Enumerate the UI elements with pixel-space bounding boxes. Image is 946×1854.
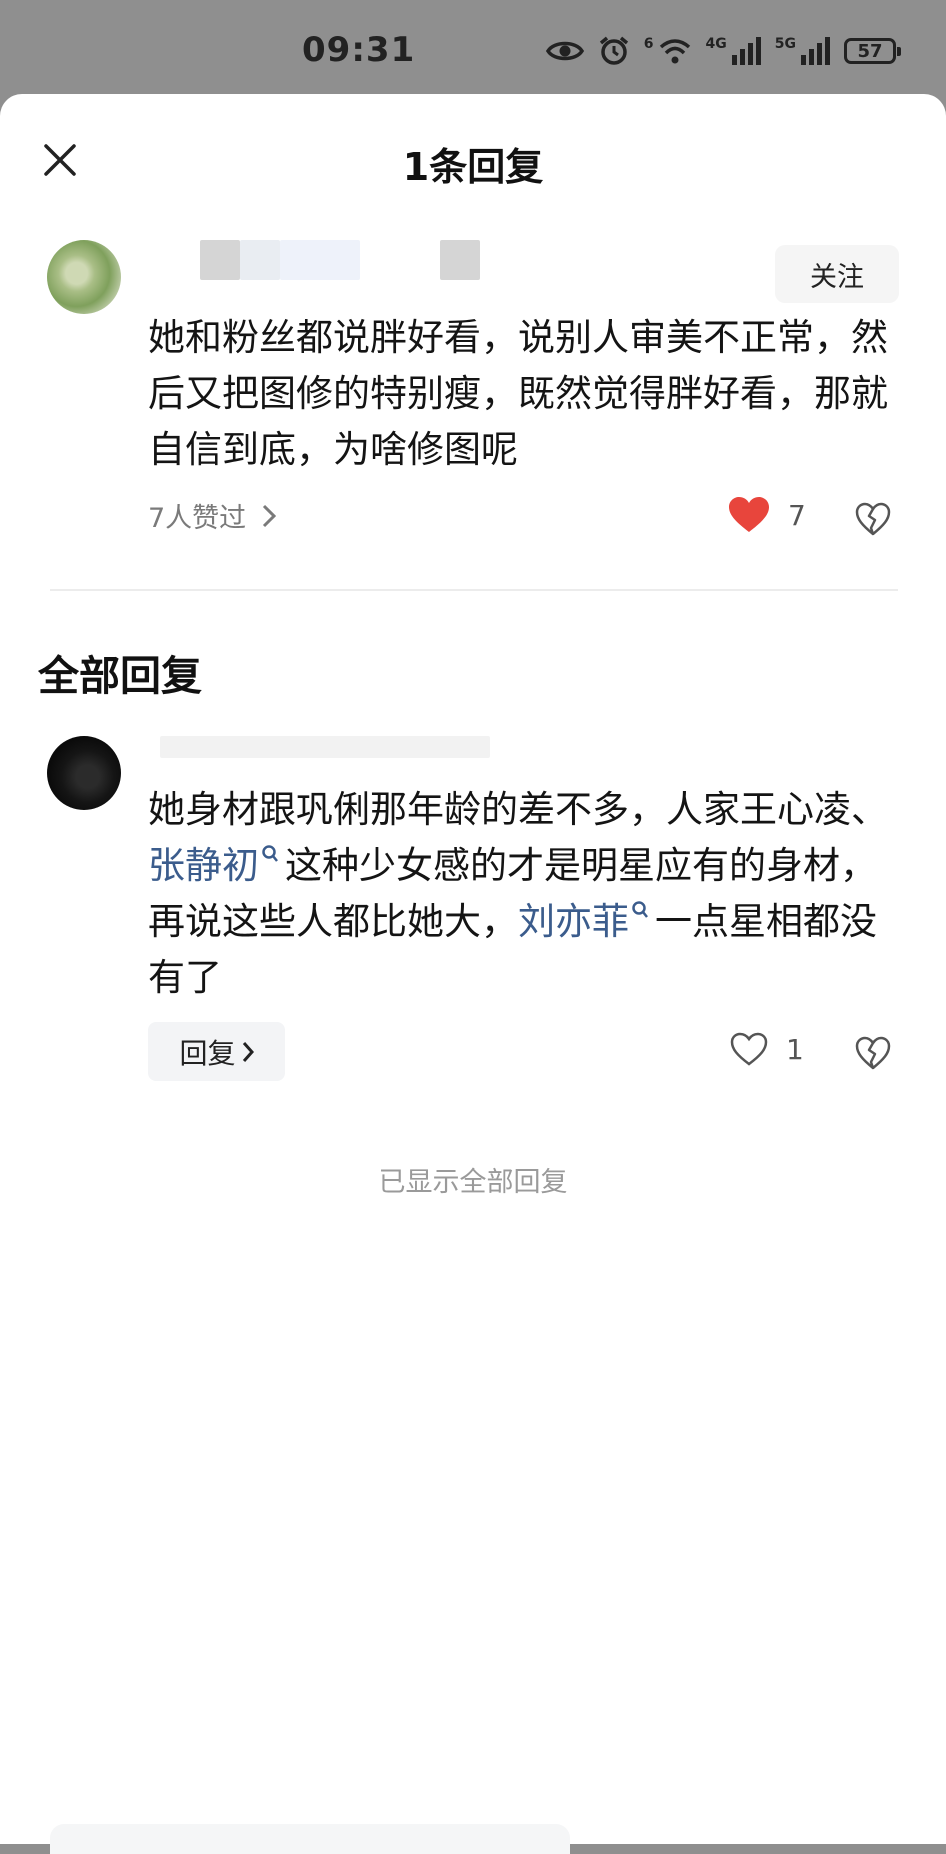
dislike-icon[interactable]: [855, 502, 891, 536]
network-label-4g: 4G: [705, 36, 727, 52]
wifi-icon: [659, 39, 690, 64]
likers-label: 7人赞过: [148, 503, 247, 534]
battery-icon: 57: [844, 38, 901, 64]
avatar[interactable]: [47, 240, 121, 314]
reply-button[interactable]: 回复: [148, 1022, 285, 1081]
battery-level: 57: [857, 40, 883, 62]
username-redacted: [240, 240, 280, 280]
status-icons: 6 4G 5G 57: [545, 34, 901, 68]
username-redacted: [160, 736, 490, 758]
network-label-5g: 5G: [774, 36, 796, 52]
username-redacted: [280, 240, 360, 280]
reply-sheet: 1条回复 关注 她和粉丝都说胖好看，说别人审美不正常，然后又把图修的特别瘦，既然…: [0, 94, 946, 1854]
username-redacted: [440, 240, 480, 280]
signal-icon: [731, 37, 761, 65]
eye-icon: [545, 41, 584, 61]
like-button[interactable]: 1: [730, 1032, 804, 1066]
search-link-label: 刘亦菲: [518, 900, 629, 943]
signal-icon: [801, 37, 830, 65]
like-count: 1: [786, 1032, 804, 1066]
reply-button-label: 回复: [179, 1036, 236, 1070]
follow-button[interactable]: 关注: [775, 245, 899, 303]
likers-link[interactable]: 7人赞过: [148, 496, 277, 535]
heart-outline-icon: [730, 1032, 768, 1066]
like-button[interactable]: 7: [728, 496, 806, 534]
comment-text: 她和粉丝都说胖好看，说别人审美不正常，然后又把图修的特别瘦，既然觉得胖好看，那就…: [148, 316, 888, 471]
reply-text: 她身材跟巩俐那年龄的差不多，人家王心凌、张静初 这种少女感的才是明星应有的身材，再…: [148, 782, 908, 1006]
avatar[interactable]: [47, 736, 121, 810]
chevron-right-icon: [242, 1041, 254, 1062]
username-redacted: [200, 240, 240, 280]
search-icon: [632, 901, 648, 918]
sheet-title: 1条回复: [402, 145, 544, 189]
like-count: 7: [788, 498, 806, 532]
all-replies-shown-label: 已显示全部回复: [378, 1167, 568, 1198]
heart-filled-icon: [729, 497, 769, 532]
section-title: 全部回复: [38, 652, 202, 700]
search-link-label: 张静初: [148, 844, 259, 887]
comment-input-bar[interactable]: [50, 1824, 570, 1854]
search-link[interactable]: 张静初: [148, 844, 285, 887]
wifi-label: 6: [643, 36, 654, 52]
alarm-icon: [599, 36, 628, 65]
search-link[interactable]: 刘亦菲: [518, 900, 655, 943]
divider: [50, 589, 898, 591]
chevron-right-icon: [263, 504, 277, 527]
dislike-icon[interactable]: [855, 1036, 891, 1070]
status-time: 09:31: [302, 30, 416, 70]
status-bar: 09:31 6 4G 5G 57: [0, 0, 946, 96]
search-icon: [262, 845, 278, 862]
reply-text-part: 她身材跟巩俐那年龄的差不多，人家王心凌、: [148, 788, 888, 831]
